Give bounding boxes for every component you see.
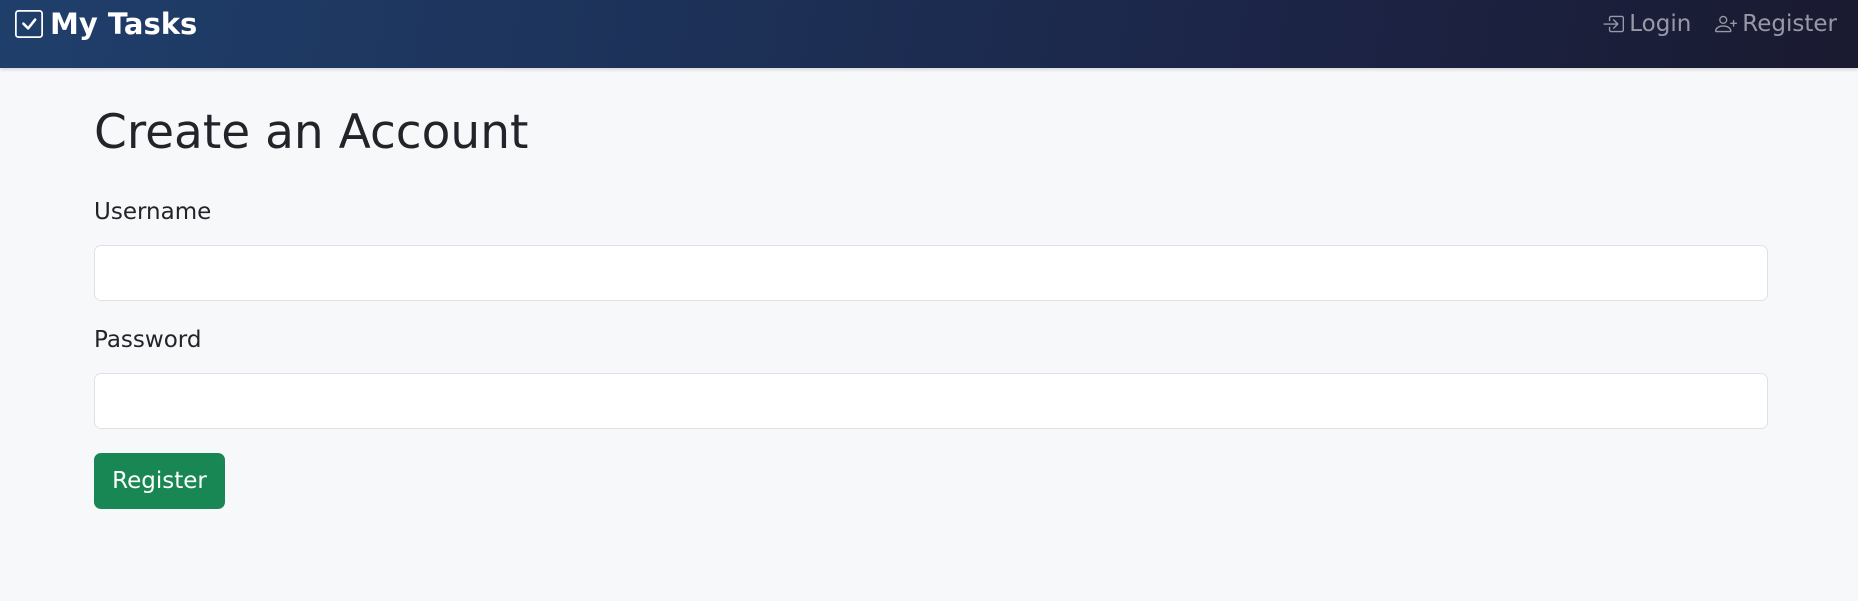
username-label: Username bbox=[94, 199, 212, 225]
password-input[interactable] bbox=[94, 373, 1768, 429]
person-plus-icon bbox=[1715, 13, 1738, 35]
top-navbar: My Tasks Login Register bbox=[0, 0, 1858, 68]
username-input[interactable] bbox=[94, 245, 1768, 301]
register-button[interactable]: Register bbox=[94, 453, 225, 509]
nav-link-register[interactable]: Register bbox=[1715, 11, 1837, 37]
brand-title: My Tasks bbox=[50, 7, 198, 41]
nav-link-login[interactable]: Login bbox=[1602, 11, 1691, 37]
nav-link-login-label: Login bbox=[1629, 11, 1692, 37]
password-label: Password bbox=[94, 327, 202, 353]
brand-link[interactable]: My Tasks bbox=[15, 6, 197, 42]
check-square-icon bbox=[15, 10, 43, 38]
nav-links: Login Register bbox=[1602, 6, 1837, 42]
nav-link-register-label: Register bbox=[1742, 11, 1837, 37]
page-title: Create an Account bbox=[94, 105, 529, 160]
login-icon bbox=[1602, 13, 1625, 35]
